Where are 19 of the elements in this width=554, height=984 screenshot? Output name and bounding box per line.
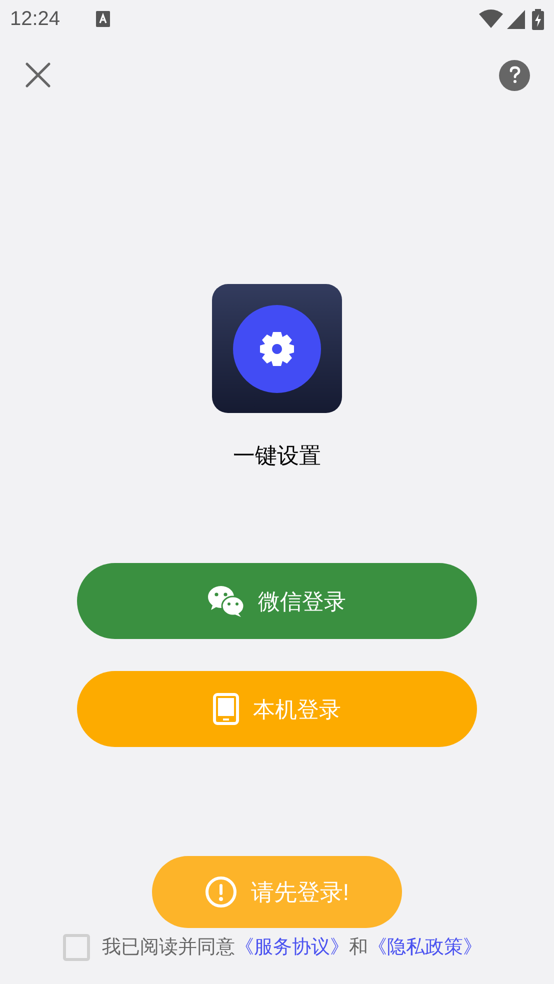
agreement-checkbox[interactable] bbox=[63, 934, 90, 962]
help-button[interactable] bbox=[499, 60, 530, 90]
chat-bubbles-icon bbox=[208, 585, 244, 617]
exclamation-icon bbox=[204, 876, 237, 908]
question-icon bbox=[508, 66, 522, 84]
keyboard-icon bbox=[96, 11, 110, 27]
toast-message: 请先登录! bbox=[250, 878, 350, 907]
app-title: 一键设置 bbox=[233, 442, 321, 470]
login-button[interactable]: 微信登录 bbox=[77, 563, 477, 639]
battery-icon bbox=[532, 8, 544, 30]
privacy-link[interactable]: 《隐私政策》 bbox=[368, 936, 482, 958]
wifi-icon bbox=[479, 9, 503, 29]
signal-icon bbox=[507, 10, 525, 28]
gear-icon bbox=[258, 330, 296, 368]
status-time: 12:24 bbox=[10, 7, 60, 32]
close-button[interactable] bbox=[24, 61, 52, 89]
tablet-icon bbox=[213, 693, 239, 725]
agreement-text: 我已阅读并同意《服务协议》和《隐私政策》 bbox=[102, 936, 482, 960]
terms-link[interactable]: 《服务协议》 bbox=[235, 936, 349, 958]
